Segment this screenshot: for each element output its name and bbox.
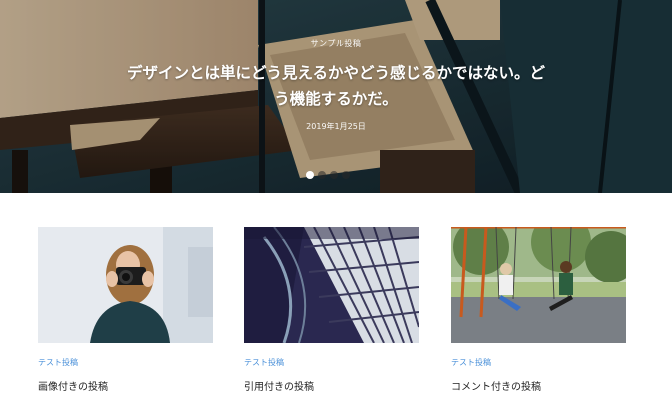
post-category-link[interactable]: テスト投稿 bbox=[451, 357, 626, 368]
post-category-link[interactable]: テスト投稿 bbox=[38, 357, 213, 368]
post-card[interactable]: テスト投稿 画像付きの投稿 bbox=[38, 227, 213, 393]
hero-date: 2019年1月25日 bbox=[306, 122, 366, 131]
post-category-link[interactable]: テスト投稿 bbox=[244, 357, 419, 368]
post-thumbnail-architecture-ceiling[interactable] bbox=[244, 227, 419, 343]
slider-dot-1[interactable] bbox=[306, 171, 314, 179]
post-card[interactable]: テスト投稿 引用付きの投稿 bbox=[244, 227, 419, 393]
slider-pagination bbox=[306, 171, 350, 179]
post-title-link[interactable]: 引用付きの投稿 bbox=[244, 378, 419, 393]
post-thumbnail-woman-with-camera[interactable] bbox=[38, 227, 213, 343]
post-title-link[interactable]: 画像付きの投稿 bbox=[38, 378, 213, 393]
hero-content: サンプル投稿 デザインとは単にどう見えるかやどう感じるかではない。どう機能するか… bbox=[0, 38, 672, 132]
post-thumbnail-playground-swings[interactable] bbox=[451, 227, 626, 343]
post-card[interactable]: テスト投稿 コメント付きの投稿 bbox=[451, 227, 626, 393]
slider-dot-2[interactable] bbox=[318, 171, 326, 179]
hero-slider[interactable]: サンプル投稿 デザインとは単にどう見えるかやどう感じるかではない。どう機能するか… bbox=[0, 0, 672, 193]
post-title-link[interactable]: コメント付きの投稿 bbox=[451, 378, 626, 393]
hero-category-link[interactable]: サンプル投稿 bbox=[0, 38, 672, 49]
slider-dot-4[interactable] bbox=[342, 171, 350, 179]
slider-dot-3[interactable] bbox=[330, 171, 338, 179]
hero-title-link[interactable]: デザインとは単にどう見えるかやどう感じるかではない。どう機能するかだ。 bbox=[126, 60, 546, 112]
